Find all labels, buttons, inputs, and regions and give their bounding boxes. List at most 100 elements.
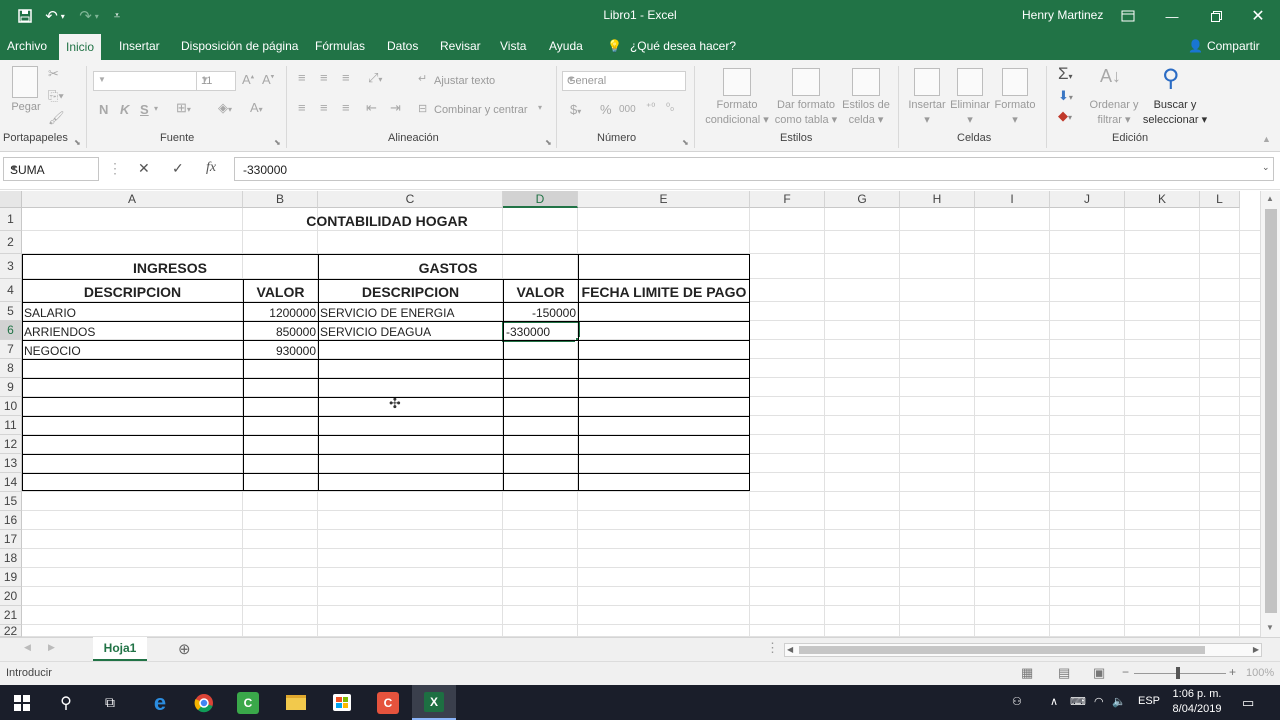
row-header-8[interactable]: 8: [0, 359, 22, 378]
find-select-icon[interactable]: ⚲: [1162, 64, 1180, 93]
row-header-6[interactable]: 6: [0, 321, 22, 340]
edge-browser-icon[interactable]: e: [138, 685, 182, 720]
undo-icon[interactable]: ↶ ▾: [40, 0, 70, 32]
tab-ayuda[interactable]: Ayuda: [542, 32, 590, 60]
format-as-table-button[interactable]: Dar formato como tabla ▾: [772, 98, 840, 128]
show-hidden-icons-icon[interactable]: ∧: [1050, 695, 1058, 708]
collapse-ribbon-icon[interactable]: ▲: [1262, 134, 1271, 144]
cell-d5[interactable]: -150000: [503, 306, 576, 320]
conditional-format-icon[interactable]: [723, 68, 751, 96]
number-dialog-launcher-icon[interactable]: ⬊: [682, 138, 689, 147]
worksheet-grid[interactable]: CONTABILIDAD HOGAR INGRESOS GASTOS DESCR…: [22, 208, 1260, 637]
align-top-icon[interactable]: ≡: [298, 70, 306, 85]
bold-button[interactable]: N: [99, 102, 108, 117]
zoom-slider[interactable]: [1134, 673, 1226, 674]
delete-cells-icon[interactable]: [957, 68, 983, 96]
zoom-out-icon[interactable]: −: [1122, 665, 1129, 679]
font-size-select[interactable]: 11 ▼: [196, 71, 236, 91]
cell-gastos[interactable]: GASTOS: [318, 260, 578, 276]
expand-formula-bar-icon[interactable]: ⌄: [1262, 162, 1270, 173]
camtasia-icon[interactable]: C: [226, 685, 270, 720]
scroll-right-icon[interactable]: ▶: [1253, 645, 1259, 654]
input-language[interactable]: ESP: [1138, 695, 1160, 707]
sort-filter-button[interactable]: Ordenar y filtrar ▾: [1084, 98, 1144, 128]
merge-center-icon[interactable]: ⊟: [418, 102, 427, 115]
row-header-22[interactable]: 22: [0, 625, 22, 637]
tab-revisar[interactable]: Revisar: [433, 32, 488, 60]
fill-icon[interactable]: ⬇▾: [1058, 88, 1073, 104]
keyboard-icon[interactable]: ⌨: [1070, 695, 1086, 708]
cell-c5[interactable]: SERVICIO DE ENERGIA: [320, 306, 454, 320]
cut-icon[interactable]: ✂: [48, 66, 59, 82]
page-break-view-icon[interactable]: ▣: [1093, 665, 1105, 681]
format-as-table-icon[interactable]: [792, 68, 820, 96]
align-right-icon[interactable]: ≡: [342, 100, 350, 115]
row-header-13[interactable]: 13: [0, 454, 22, 473]
increase-decimal-icon[interactable]: ⁺⁰: [646, 102, 655, 113]
row-header-7[interactable]: 7: [0, 340, 22, 359]
name-box[interactable]: SUMA ▼: [3, 157, 99, 181]
percent-icon[interactable]: %: [600, 102, 612, 117]
zoom-level[interactable]: 100%: [1246, 667, 1274, 679]
chrome-icon[interactable]: [182, 685, 226, 720]
file-explorer-icon[interactable]: [274, 685, 318, 720]
tab-archivo[interactable]: Archivo: [0, 32, 54, 60]
cell-styles-button[interactable]: Estilos de celda ▾: [840, 98, 892, 128]
fill-color-icon[interactable]: ◈▾: [218, 100, 232, 116]
system-clock[interactable]: 1:06 p. m. 8/04/2019: [1168, 687, 1226, 717]
cell-styles-icon[interactable]: [852, 68, 880, 96]
page-layout-view-icon[interactable]: ▤: [1058, 665, 1070, 681]
column-header-b[interactable]: B: [243, 191, 318, 208]
shrink-font-icon[interactable]: A▾: [262, 72, 274, 87]
ribbon-display-options-icon[interactable]: [1106, 0, 1150, 32]
currency-icon[interactable]: $▾: [570, 102, 581, 117]
redo-icon[interactable]: ↷ ▾: [74, 0, 104, 32]
column-header-d[interactable]: D: [503, 191, 578, 208]
row-header-18[interactable]: 18: [0, 549, 22, 568]
align-middle-icon[interactable]: ≡: [320, 70, 328, 85]
clear-icon[interactable]: ◆▾: [1058, 108, 1072, 124]
windows-start-icon[interactable]: [0, 685, 44, 720]
column-header-h[interactable]: H: [900, 191, 975, 208]
font-color-icon[interactable]: A▾: [250, 100, 263, 115]
wrap-text-icon[interactable]: ↵: [418, 72, 427, 85]
search-icon[interactable]: ⚲: [44, 685, 88, 720]
cell-ingresos[interactable]: INGRESOS: [22, 260, 318, 276]
number-format-select[interactable]: General ▼: [562, 71, 686, 91]
cell-a7[interactable]: NEGOCIO: [24, 344, 81, 358]
minimize-icon[interactable]: —: [1150, 0, 1194, 32]
sheet-prev-icon[interactable]: ◀: [24, 642, 31, 653]
merge-center-button[interactable]: Combinar y centrar: [434, 103, 528, 118]
task-view-icon[interactable]: ⧉: [88, 685, 132, 720]
tab-disposicion[interactable]: Disposición de página: [174, 32, 305, 60]
column-header-e[interactable]: E: [578, 191, 750, 208]
vertical-scroll-thumb[interactable]: [1265, 209, 1277, 613]
font-name-select[interactable]: ▼: [93, 71, 197, 91]
cell-valor-gastos[interactable]: VALOR: [503, 284, 578, 300]
wrap-text-button[interactable]: Ajustar texto: [434, 74, 495, 89]
insert-cells-icon[interactable]: [914, 68, 940, 96]
conditional-format-button[interactable]: Formato condicional ▾: [700, 98, 774, 128]
excel-taskbar-icon[interactable]: X: [412, 685, 456, 720]
format-cells-icon[interactable]: [1002, 68, 1028, 96]
clipboard-dialog-launcher-icon[interactable]: ⬊: [74, 138, 81, 147]
close-icon[interactable]: ✕: [1236, 0, 1280, 32]
borders-icon[interactable]: ⊞▾: [176, 100, 191, 116]
underline-button[interactable]: S: [140, 102, 149, 117]
formula-input[interactable]: -330000: [234, 157, 1274, 181]
align-left-icon[interactable]: ≡: [298, 100, 306, 115]
column-header-j[interactable]: J: [1050, 191, 1125, 208]
column-header-g[interactable]: G: [825, 191, 900, 208]
align-bottom-icon[interactable]: ≡: [342, 70, 350, 85]
column-header-k[interactable]: K: [1125, 191, 1200, 208]
format-cells-button[interactable]: Formato ▾: [992, 98, 1038, 128]
column-header-a[interactable]: A: [22, 191, 243, 208]
row-header-9[interactable]: 9: [0, 378, 22, 397]
row-header-3[interactable]: 3: [0, 254, 22, 279]
scroll-up-icon[interactable]: ▲: [1266, 194, 1274, 203]
grow-font-icon[interactable]: A▴: [242, 72, 254, 87]
notifications-icon[interactable]: ▭: [1242, 695, 1254, 711]
tab-splitter-icon[interactable]: ⋮: [766, 640, 779, 656]
find-select-button[interactable]: Buscar y seleccionar ▾: [1140, 98, 1210, 128]
autosum-icon[interactable]: Σ▾: [1058, 64, 1073, 84]
